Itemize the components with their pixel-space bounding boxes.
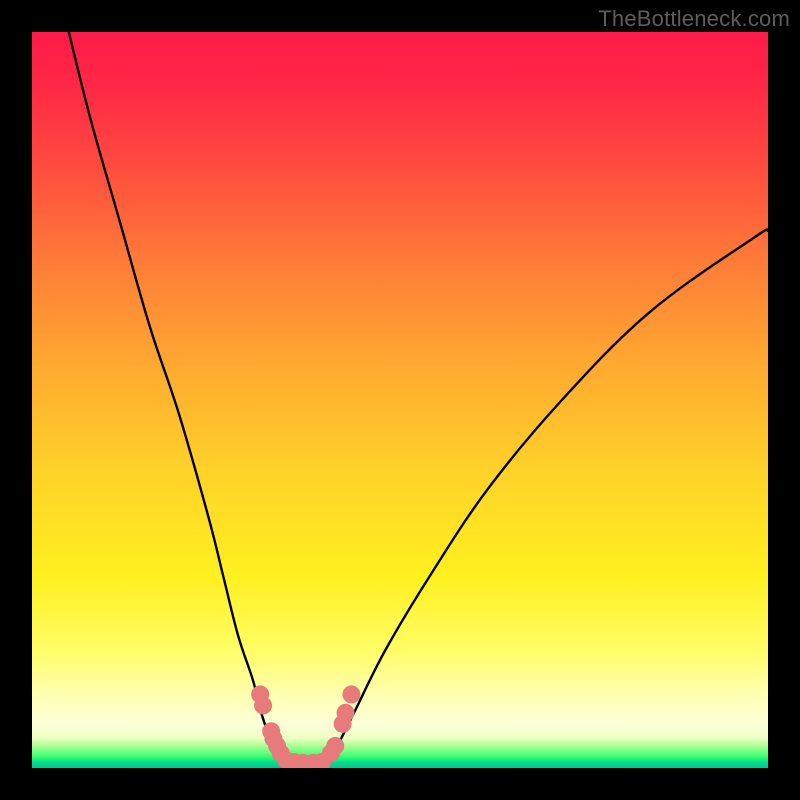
chart-frame: TheBottleneck.com: [0, 0, 800, 800]
curve-right-curve: [326, 229, 768, 762]
right-upper-marker2: [337, 704, 355, 722]
right-lower-marker2: [326, 737, 344, 755]
right-upper-marker3: [342, 685, 360, 703]
plot-area: [32, 32, 768, 768]
curve-left-curve: [69, 32, 290, 762]
bottleneck-curve: [69, 32, 768, 762]
marker-layer: [251, 685, 360, 768]
watermark-text: TheBottleneck.com: [598, 6, 790, 32]
chart-svg: [32, 32, 768, 768]
left-upper-marker2: [254, 696, 272, 714]
